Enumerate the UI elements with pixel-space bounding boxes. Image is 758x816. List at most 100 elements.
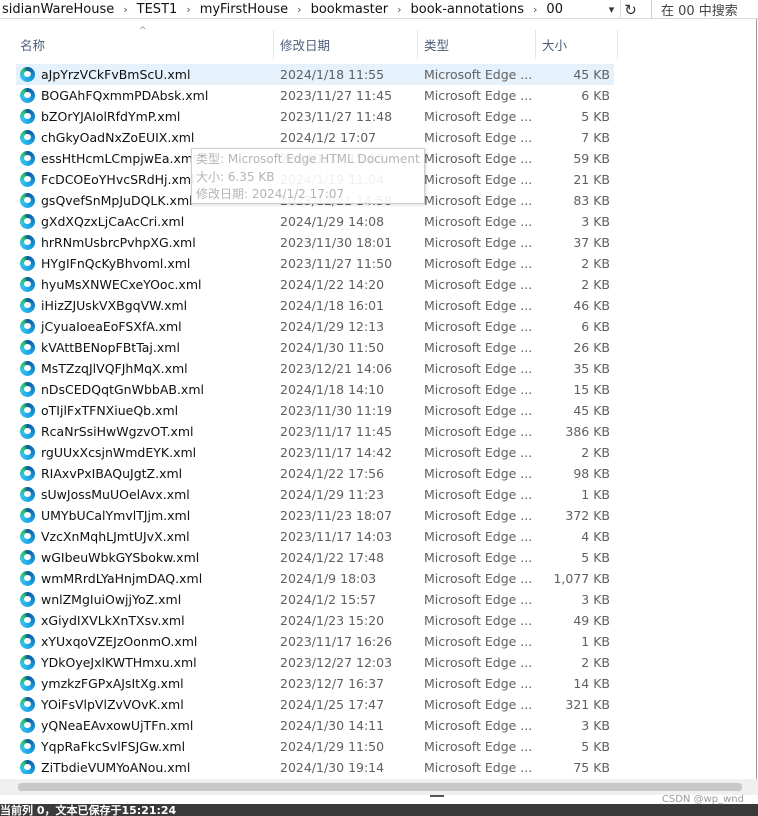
breadcrumb-separator-icon[interactable]: › [116, 3, 134, 16]
file-row[interactable]: oTIjlFxTFNXiueQb.xml 2023/11/30 11:19 Micr… [16, 400, 614, 421]
file-size: 15 KB [573, 382, 610, 397]
file-row[interactable]: rgUUxXcsjnWmdEYK.xml 2023/11/17 14:42 Micr… [16, 442, 614, 463]
file-row[interactable]: UMYbUCalYmvlTJjm.xml 2023/11/23 18:07 Micr… [16, 505, 614, 526]
file-size: 1,077 KB [553, 571, 610, 586]
file-size: 21 KB [573, 172, 610, 187]
file-name: wnlZMgIuiOwjjYoZ.xml [41, 592, 182, 607]
edge-icon [20, 193, 35, 208]
file-type: Microsoft Edge ... [424, 319, 533, 334]
file-date: 2024/1/22 14:20 [280, 277, 385, 292]
file-date: 2023/11/30 11:19 [280, 403, 393, 418]
file-size: 2 KB [581, 655, 610, 670]
edge-icon [20, 466, 35, 481]
file-row[interactable]: wnlZMgIuiOwjjYoZ.xml 2024/1/2 15:57 Micros… [16, 589, 614, 610]
horizontal-scrollbar[interactable] [0, 779, 758, 795]
file-row[interactable]: RIAxvPxIBAQuJgtZ.xml 2024/1/22 17:56 Micro… [16, 463, 614, 484]
file-size: 3 KB [581, 718, 610, 733]
file-name: YOiFsVlpVlZvVOvK.xml [41, 697, 184, 712]
file-name: sUwJossMuUOelAvx.xml [41, 487, 190, 502]
breadcrumb-item[interactable]: bookmaster [309, 2, 391, 17]
file-row[interactable]: bZOrYJAIolRfdYmP.xml 2023/11/27 11:48 Micr… [16, 106, 614, 127]
file-date: 2024/1/30 11:50 [280, 340, 385, 355]
edge-icon [20, 634, 35, 649]
resize-grip-icon[interactable] [430, 795, 444, 797]
file-date: 2023/11/27 11:45 [280, 88, 393, 103]
scrollbar-thumb[interactable] [18, 783, 742, 791]
file-date: 2023/11/23 18:07 [280, 508, 393, 523]
breadcrumb-separator-icon[interactable]: › [179, 3, 197, 16]
file-size: 75 KB [573, 760, 610, 774]
edge-icon [20, 319, 35, 334]
file-type: Microsoft Edge ... [424, 403, 533, 418]
file-row[interactable]: YDkOyeJxlKWTHmxu.xml 2023/12/27 12:03 Micr… [16, 652, 614, 673]
file-row[interactable]: ZiTbdieVUMYoANou.xml 2024/1/30 19:14 Micro… [16, 757, 614, 774]
file-type: Microsoft Edge ... [424, 256, 533, 271]
file-type: Microsoft Edge ... [424, 193, 533, 208]
file-type: Microsoft Edge ... [424, 466, 533, 481]
file-row[interactable]: xGiydIXVLkXnTXsv.xml 2024/1/23 15:20 Micro… [16, 610, 614, 631]
edge-icon [20, 277, 35, 292]
status-bar: 当前列 0，文本已保存于15:21:24 [0, 804, 758, 816]
file-row[interactable]: gXdXQzxLjCaAcCri.xml 2024/1/29 14:08 Micro… [16, 211, 614, 232]
file-row[interactable]: HYgIFnQcKyBhvoml.xml 2023/11/27 11:50 Micr… [16, 253, 614, 274]
file-type: Microsoft Edge ... [424, 172, 533, 187]
file-row[interactable]: wmMRrdLYaHnjmDAQ.xml 2024/1/9 18:03 Micros… [16, 568, 614, 589]
file-row[interactable]: yQNeaEAvxowUjTFn.xml 2024/1/30 14:11 Micro… [16, 715, 614, 736]
breadcrumb-separator-icon[interactable]: › [390, 3, 408, 16]
file-date: 2024/1/23 15:20 [280, 613, 385, 628]
file-size: 7 KB [581, 130, 610, 145]
file-name: RcaNrSsiHwWgzvOT.xml [41, 424, 194, 439]
file-name: HYgIFnQcKyBhvoml.xml [41, 256, 191, 271]
file-date: 2023/11/17 16:26 [280, 634, 393, 649]
file-row[interactable]: VzcXnMqhLJmtUJvX.xml 2023/11/17 14:03 Micr… [16, 526, 614, 547]
file-row[interactable]: kVAttBENopFBtTaj.xml 2024/1/30 11:50 Micro… [16, 337, 614, 358]
file-row[interactable]: BOGAhFQxmmPDAbsk.xml 2023/11/27 11:45 Micr… [16, 85, 614, 106]
breadcrumb-item[interactable]: book-annotations [409, 2, 527, 17]
breadcrumb-separator-icon[interactable]: › [290, 3, 308, 16]
edge-icon [20, 739, 35, 754]
breadcrumb[interactable]: sidianWareHouse › TEST1 › myFirstHouse › bookm… [0, 0, 600, 19]
file-type: Microsoft Edge ... [424, 424, 533, 439]
file-name: gXdXQzxLjCaAcCri.xml [41, 214, 185, 229]
breadcrumb-separator-icon[interactable]: › [526, 3, 544, 16]
file-row[interactable]: wGIbeuWbkGYSbokw.xml 2024/1/22 17:48 Micro… [16, 547, 614, 568]
file-type: Microsoft Edge ... [424, 382, 533, 397]
file-row[interactable]: MsTZzqJlVQFJhMqX.xml 2023/12/21 14:06 Micr… [16, 358, 614, 379]
breadcrumb-item[interactable]: TEST1 [135, 2, 180, 17]
column-header-size[interactable]: 大小 [536, 30, 618, 59]
file-row[interactable]: xYUxqoVZEJzOonmO.xml 2023/11/17 16:26 Micr… [16, 631, 614, 652]
file-row[interactable]: YqpRaFkcSvlFSJGw.xml 2024/1/29 11:50 Micro… [16, 736, 614, 757]
column-header-date[interactable]: 修改日期 [274, 30, 418, 59]
file-size: 83 KB [573, 193, 610, 208]
address-bar[interactable]: sidianWareHouse › TEST1 › myFirstHouse › bookm… [0, 0, 758, 19]
file-row[interactable]: hyuMsXNWECxeYOoc.xml 2024/1/22 14:20 Micro… [16, 274, 614, 295]
tooltip-size: 大小: 6.35 KB [196, 169, 275, 184]
file-row[interactable]: jCyuaIoeaEoFSXfA.xml 2024/1/29 12:13 Micro… [16, 316, 614, 337]
file-date: 2024/1/9 18:03 [280, 571, 377, 586]
file-type: Microsoft Edge ... [424, 655, 533, 670]
column-header-type[interactable]: 类型 [418, 30, 536, 59]
chevron-down-icon[interactable]: ▾ [603, 0, 620, 19]
file-row[interactable]: RcaNrSsiHwWgzvOT.xml 2023/11/17 11:45 Micr… [16, 421, 614, 442]
file-row[interactable]: aJpYrzVCkFvBmScU.xml 2024/1/18 11:55 Micro… [16, 64, 614, 85]
file-type: Microsoft Edge ... [424, 739, 533, 754]
breadcrumb-item[interactable]: myFirstHouse [198, 2, 290, 17]
file-row[interactable]: hrRNmUsbrcPvhpXG.xml 2023/11/30 18:01 Micr… [16, 232, 614, 253]
refresh-icon[interactable]: ↻ [620, 0, 640, 19]
file-row[interactable]: sUwJossMuUOelAvx.xml 2024/1/29 11:23 Micro… [16, 484, 614, 505]
tooltip-type: 类型: Microsoft Edge HTML Document [196, 152, 420, 166]
file-name: ZiTbdieVUMYoANou.xml [41, 760, 191, 774]
file-name: nDsCEDQqtGnWbbAB.xml [41, 382, 204, 397]
file-row[interactable]: YOiFsVlpVlZvVOvK.xml 2024/1/25 17:47 Micro… [16, 694, 614, 715]
file-type: Microsoft Edge ... [424, 550, 533, 565]
breadcrumb-item[interactable]: 00 [544, 2, 565, 17]
file-row[interactable]: ymzkzFGPxAJsItXg.xml 2023/12/7 16:37 Micro… [16, 673, 614, 694]
file-row[interactable]: iHizZJUskVXBgqVW.xml 2024/1/18 16:01 Micro… [16, 295, 614, 316]
breadcrumb-item[interactable]: sidianWareHouse [0, 2, 116, 17]
search-input[interactable]: 在 00 中搜索 [651, 0, 758, 19]
file-name: hrRNmUsbrcPvhpXG.xml [41, 235, 196, 250]
file-row[interactable]: chGkyOadNxZoEUIX.xml 2024/1/2 17:07 Micros… [16, 127, 614, 148]
edge-icon [20, 382, 35, 397]
file-row[interactable]: nDsCEDQqtGnWbbAB.xml 2024/1/18 14:10 Micro… [16, 379, 614, 400]
edge-icon [20, 655, 35, 670]
